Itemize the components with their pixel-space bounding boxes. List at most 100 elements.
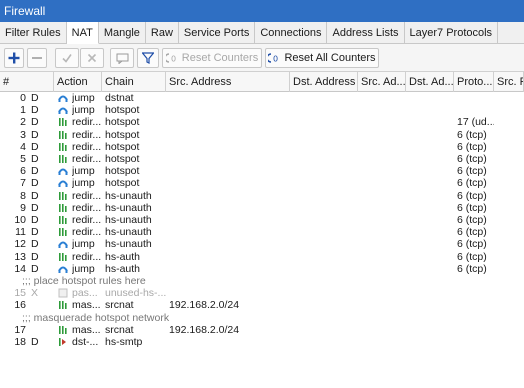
col-dst-address-list-header[interactable]: Dst. Ad... bbox=[406, 72, 454, 92]
table-row[interactable]: 5 Dredir... hotspot 6 (tcp) bbox=[0, 153, 524, 165]
rule-chain: hs-unauth bbox=[105, 201, 152, 214]
table-row[interactable]: 15 Xpas... unused-hs-... bbox=[0, 287, 524, 299]
redirect-icon bbox=[58, 215, 68, 225]
rule-src-address: 192.168.2.0/24 bbox=[169, 299, 240, 312]
rule-protocol: 6 (tcp) bbox=[457, 128, 487, 141]
table-row[interactable]: 16 mas... srcnat 192.168.2.0/24 bbox=[0, 299, 524, 311]
rule-protocol: 6 (tcp) bbox=[457, 140, 487, 153]
table-row[interactable]: 17 mas... srcnat 192.168.2.0/24 bbox=[0, 324, 524, 336]
rule-chain: unused-hs-... bbox=[105, 287, 166, 300]
rule-action: jump bbox=[72, 165, 95, 178]
table-row[interactable]: 18 Ddst-... hs-smtp bbox=[0, 336, 524, 348]
col-dst-address-header[interactable]: Dst. Address bbox=[290, 72, 358, 92]
rule-chain: hs-auth bbox=[105, 250, 141, 263]
rule-flag: D bbox=[31, 92, 39, 104]
tab-service-ports[interactable]: Service Ports bbox=[179, 22, 256, 44]
rule-number: 8 bbox=[20, 189, 26, 202]
tab-bar: Filter Rules NAT Mangle Raw Service Ports Con… bbox=[0, 22, 524, 44]
rule-action: redir... bbox=[72, 214, 102, 226]
rule-src-address bbox=[169, 238, 290, 250]
table-row[interactable]: 9 Dredir... hs-unauth 6 (tcp) bbox=[0, 202, 524, 214]
rule-action: mas... bbox=[72, 323, 101, 336]
rule-flag: D bbox=[31, 104, 39, 117]
rule-flag: D bbox=[31, 116, 39, 129]
reset-counters-button[interactable]: 0 Reset Counters bbox=[162, 48, 262, 68]
rule-number: 17 bbox=[14, 323, 26, 336]
table-row[interactable]: 11 Dredir... hs-unauth 6 (tcp) bbox=[0, 226, 524, 238]
rule-chain: hs-unauth bbox=[105, 214, 152, 226]
rule-src-address bbox=[169, 263, 290, 275]
tab-nat[interactable]: NAT bbox=[66, 22, 99, 44]
rule-src-address bbox=[169, 190, 290, 202]
rule-chain: dstnat bbox=[105, 92, 134, 104]
jump-icon bbox=[58, 239, 68, 249]
table-row[interactable]: 3 Dredir... hotspot 6 (tcp) bbox=[0, 129, 524, 141]
rule-action: redir... bbox=[72, 201, 102, 214]
rule-chain: hotspot bbox=[105, 116, 140, 129]
table-row[interactable]: 6 Djump hotspot 6 (tcp) bbox=[0, 165, 524, 177]
rule-flag: D bbox=[31, 201, 39, 214]
col-action-header[interactable]: Action bbox=[54, 72, 102, 92]
remove-button[interactable] bbox=[27, 48, 47, 68]
rule-flag: D bbox=[31, 238, 39, 251]
rule-action: redir... bbox=[72, 226, 102, 239]
rule-action: jump bbox=[72, 104, 95, 117]
reset-all-counters-label: Reset All Counters bbox=[284, 52, 376, 64]
minus-icon bbox=[32, 57, 42, 59]
table-row[interactable]: 13 Dredir... hs-auth 6 (tcp) bbox=[0, 251, 524, 263]
tab-address-lists[interactable]: Address Lists bbox=[327, 22, 405, 44]
rule-flag: D bbox=[31, 262, 39, 275]
table-row[interactable]: 0 Djump dstnat bbox=[0, 92, 524, 104]
rule-flag: D bbox=[31, 165, 39, 178]
table-row[interactable]: 7 Djump hotspot 6 (tcp) bbox=[0, 177, 524, 189]
reset-all-counters-icon: 0 bbox=[268, 53, 279, 63]
rule-src-address bbox=[169, 214, 290, 226]
filter-button[interactable] bbox=[137, 48, 159, 68]
jump-icon bbox=[58, 166, 68, 176]
table-row[interactable]: 2 Dredir... hotspot 17 (ud... bbox=[0, 116, 524, 128]
comment-button[interactable] bbox=[110, 48, 134, 68]
disable-button[interactable] bbox=[80, 48, 104, 68]
col-protocol-header[interactable]: Proto... bbox=[454, 72, 494, 92]
tab-raw[interactable]: Raw bbox=[146, 22, 179, 44]
enable-button[interactable] bbox=[55, 48, 79, 68]
tab-filter-rules[interactable]: Filter Rules bbox=[0, 22, 67, 44]
rule-chain: srcnat bbox=[105, 323, 134, 336]
rule-flag: D bbox=[31, 128, 39, 141]
col-src-address-header[interactable]: Src. Address bbox=[166, 72, 290, 92]
rule-action: redir... bbox=[72, 250, 102, 263]
rule-action: jump bbox=[72, 262, 95, 275]
col-src-address-list-header[interactable]: Src. Ad... bbox=[358, 72, 406, 92]
tab-connections[interactable]: Connections bbox=[255, 22, 328, 44]
table-row[interactable]: 14 Djump hs-auth 6 (tcp) bbox=[0, 263, 524, 275]
passthrough-icon bbox=[58, 288, 68, 298]
rule-protocol: 6 (tcp) bbox=[457, 214, 487, 226]
rule-src-address bbox=[169, 129, 290, 141]
dst-nat-icon bbox=[58, 337, 68, 347]
rule-number: 9 bbox=[20, 201, 26, 214]
tab-layer7-protocols[interactable]: Layer7 Protocols bbox=[405, 22, 499, 44]
comment-row[interactable]: ;;; masquerade hotspot network bbox=[0, 312, 524, 324]
rule-protocol: 6 (tcp) bbox=[457, 177, 487, 190]
reset-all-counters-button[interactable]: 0 Reset All Counters bbox=[265, 48, 379, 68]
table-row[interactable]: 12 Djump hs-unauth 6 (tcp) bbox=[0, 238, 524, 250]
jump-icon bbox=[58, 264, 68, 274]
table-row[interactable]: 8 Dredir... hs-unauth 6 (tcp) bbox=[0, 190, 524, 202]
plus-icon bbox=[8, 52, 20, 64]
rule-number: 6 bbox=[20, 165, 26, 178]
tab-mangle[interactable]: Mangle bbox=[99, 22, 146, 44]
col-chain-header[interactable]: Chain bbox=[102, 72, 166, 92]
rule-chain: hotspot bbox=[105, 128, 140, 141]
rule-chain: hs-unauth bbox=[105, 238, 152, 251]
table-row[interactable]: 10 Dredir... hs-unauth 6 (tcp) bbox=[0, 214, 524, 226]
rule-protocol: 6 (tcp) bbox=[457, 262, 487, 275]
add-button[interactable] bbox=[4, 48, 24, 68]
col-src-port-header[interactable]: Src. P bbox=[494, 72, 524, 92]
redirect-icon bbox=[58, 154, 68, 164]
table-row[interactable]: 1 Djump hotspot bbox=[0, 104, 524, 116]
rule-src-address bbox=[169, 287, 290, 299]
table-row[interactable]: 4 Dredir... hotspot 6 (tcp) bbox=[0, 141, 524, 153]
col-number-header[interactable]: # bbox=[0, 72, 54, 92]
comment-row[interactable]: ;;; place hotspot rules here bbox=[0, 275, 524, 287]
rule-flag: D bbox=[31, 189, 39, 202]
